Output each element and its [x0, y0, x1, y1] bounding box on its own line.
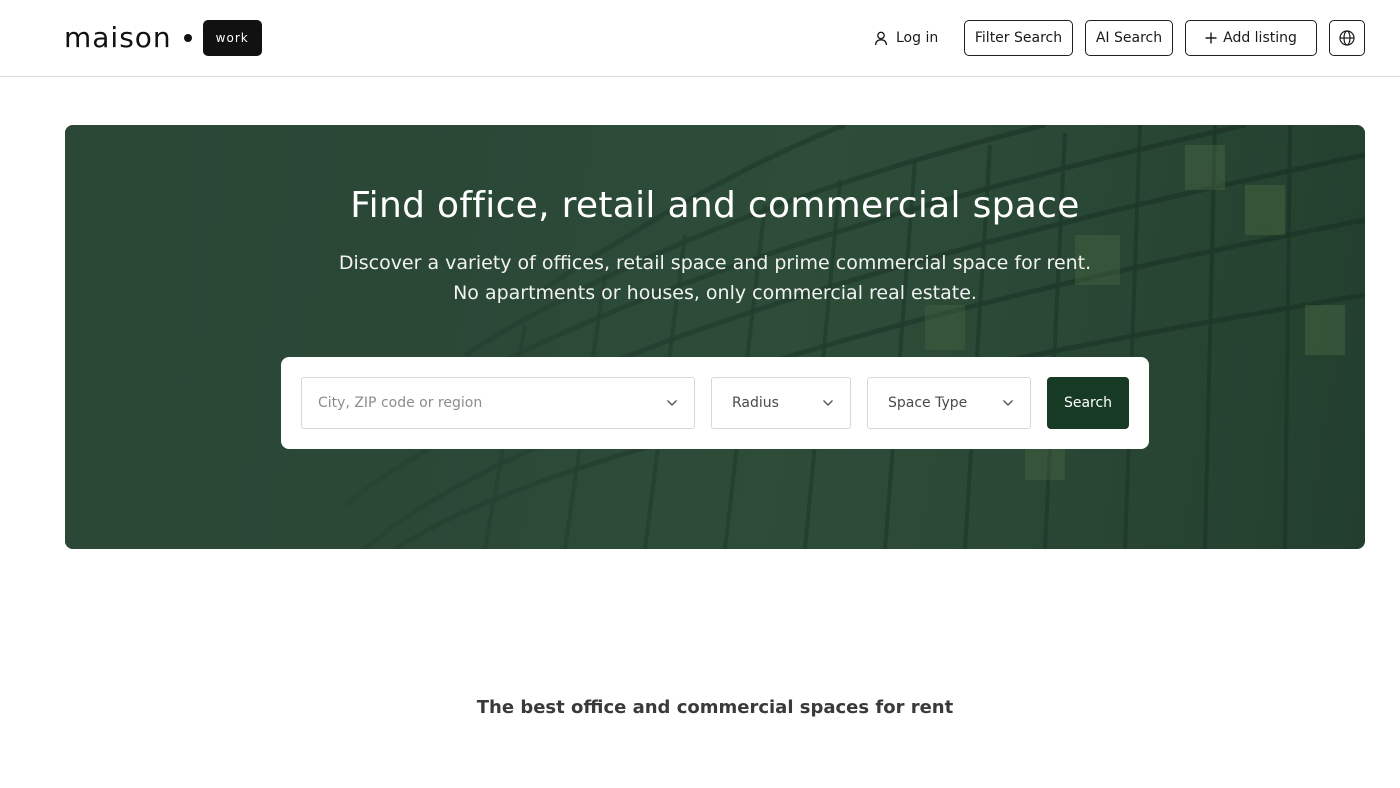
location-placeholder: City, ZIP code or region: [318, 395, 483, 411]
radius-label: Radius: [732, 395, 779, 411]
space-type-label: Space Type: [888, 395, 968, 411]
user-icon: [874, 31, 888, 45]
ai-search-button[interactable]: AI Search: [1085, 20, 1173, 56]
chevron-down-icon: [1003, 400, 1013, 406]
plus-icon: [1205, 32, 1217, 44]
login-link[interactable]: Log in: [874, 20, 938, 56]
hero-subtitle-line1: Discover a variety of offices, retail sp…: [338, 252, 1092, 274]
hero-subtitle-line2: No apartments or houses, only commercial…: [453, 282, 977, 304]
add-listing-label: Add listing: [1223, 30, 1297, 46]
logo-wordmark: maison: [64, 21, 172, 54]
filter-search-button[interactable]: Filter Search: [964, 20, 1073, 56]
login-label: Log in: [896, 30, 939, 46]
hero-banner: Find office, retail and commercial space…: [65, 125, 1365, 549]
chevron-down-icon: [667, 400, 677, 406]
logo-badge: work: [202, 20, 262, 56]
logo-dot: [183, 34, 192, 42]
add-listing-button[interactable]: Add listing: [1185, 20, 1317, 56]
location-input[interactable]: City, ZIP code or region: [301, 377, 695, 429]
search-panel: City, ZIP code or region Radius Space Ty…: [281, 357, 1149, 449]
section-heading: The best office and commercial spaces fo…: [476, 697, 954, 718]
radius-dropdown[interactable]: Radius: [711, 377, 851, 429]
search-button[interactable]: Search: [1047, 377, 1129, 429]
space-type-dropdown[interactable]: Space Type: [867, 377, 1031, 429]
top-navigation-bar: maison work Log in Filter Search AI Sear…: [0, 0, 1400, 77]
hero-title: Find office, retail and commercial space: [350, 185, 1080, 226]
language-button[interactable]: [1329, 20, 1365, 56]
chevron-down-icon: [823, 400, 833, 406]
globe-icon: [1339, 30, 1355, 46]
site-logo[interactable]: maison work: [64, 20, 262, 56]
